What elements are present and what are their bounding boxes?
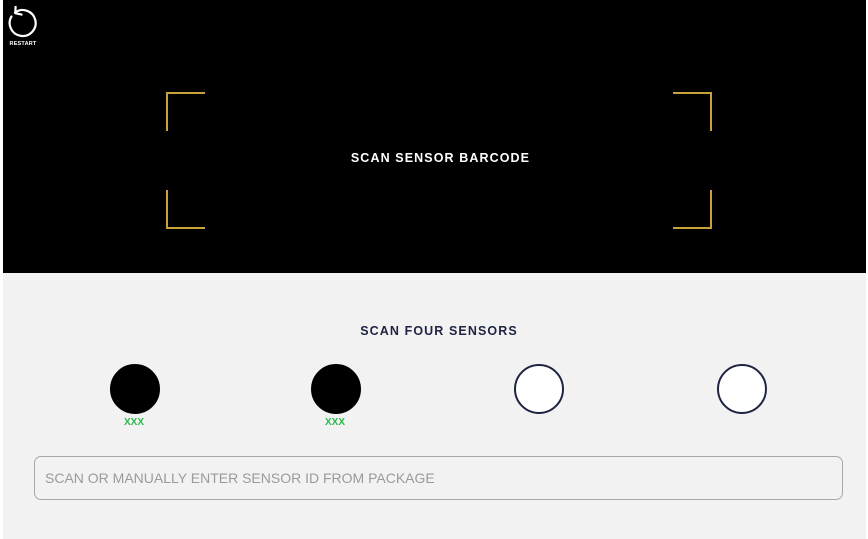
restart-label: RESTART [9, 41, 37, 47]
restart-button[interactable]: RESTART [4, 2, 42, 50]
scan-frame-corner-bottom-right [673, 190, 712, 229]
sensor-slot-1-label: XXX [123, 417, 144, 428]
sensor-slot-3 [514, 364, 564, 414]
sensor-slot-1 [110, 364, 160, 414]
panel-title: SCAN FOUR SENSORS [360, 324, 518, 338]
sensor-id-input[interactable] [34, 456, 843, 500]
scan-frame-corner-bottom-left [166, 190, 205, 229]
restart-icon [8, 6, 37, 38]
camera-viewfinder: SCAN SENSOR BARCODE [3, 0, 866, 273]
sensor-panel: SCAN FOUR SENSORS XXX XXX [3, 273, 866, 539]
sensor-scan-screen: SCAN SENSOR BARCODE RESTART SCAN FOUR SE… [0, 0, 868, 539]
sensor-slot-2 [311, 364, 361, 414]
sensor-slot-2-label: XXX [324, 417, 345, 428]
sensor-slot-4 [717, 364, 767, 414]
scan-frame-corner-top-right [673, 92, 712, 131]
scan-prompt: SCAN SENSOR BARCODE [350, 151, 531, 165]
scan-frame-corner-top-left [166, 92, 205, 131]
